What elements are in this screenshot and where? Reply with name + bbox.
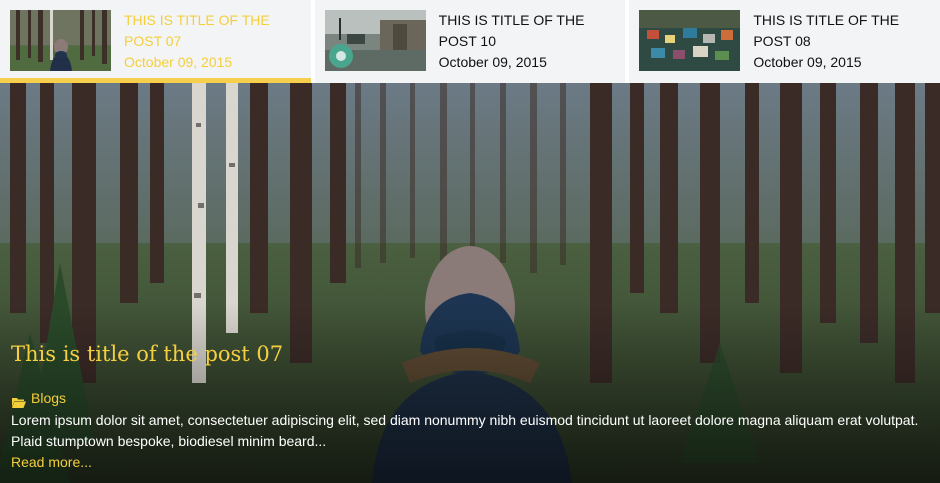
post-category[interactable]: Blogs <box>11 388 936 408</box>
folder-open-icon <box>12 393 26 408</box>
tab-date: October 09, 2015 <box>438 54 547 70</box>
tab-meta: THIS IS TITLE OF THE POST 08 October 09,… <box>753 10 930 73</box>
tab-title: THIS IS TITLE OF THE POST 08 <box>753 12 900 49</box>
post-tabs: THIS IS TITLE OF THE POST 07 October 09,… <box>0 0 940 83</box>
tab-date: October 09, 2015 <box>124 54 233 70</box>
thumbnail-post-08 <box>639 10 741 71</box>
thumbnail-post-07 <box>10 10 111 71</box>
thumbnail-post-10 <box>324 10 426 71</box>
tab-meta: THIS IS TITLE OF THE POST 07 October 09,… <box>124 10 301 73</box>
tab-title: THIS IS TITLE OF THE POST 07 <box>124 12 270 49</box>
tab-meta: THIS IS TITLE OF THE POST 10 October 09,… <box>439 10 616 73</box>
tab-title: THIS IS TITLE OF THE POST 10 <box>438 12 585 49</box>
tab-post-08[interactable]: THIS IS TITLE OF THE POST 08 October 09,… <box>629 0 940 83</box>
tab-post-10[interactable]: THIS IS TITLE OF THE POST 10 October 09,… <box>314 0 626 83</box>
post-title[interactable]: This is title of the post 07 <box>11 340 936 368</box>
category-label: Blogs <box>31 390 67 406</box>
tab-post-07[interactable]: THIS IS TITLE OF THE POST 07 October 09,… <box>0 0 311 83</box>
read-more-link[interactable]: Read more... <box>11 452 92 473</box>
post-excerpt: Lorem ipsum dolor sit amet, consectetuer… <box>11 412 919 449</box>
tab-date: October 09, 2015 <box>753 54 862 70</box>
featured-caption: This is title of the post 07 Blogs Lorem… <box>11 340 936 473</box>
